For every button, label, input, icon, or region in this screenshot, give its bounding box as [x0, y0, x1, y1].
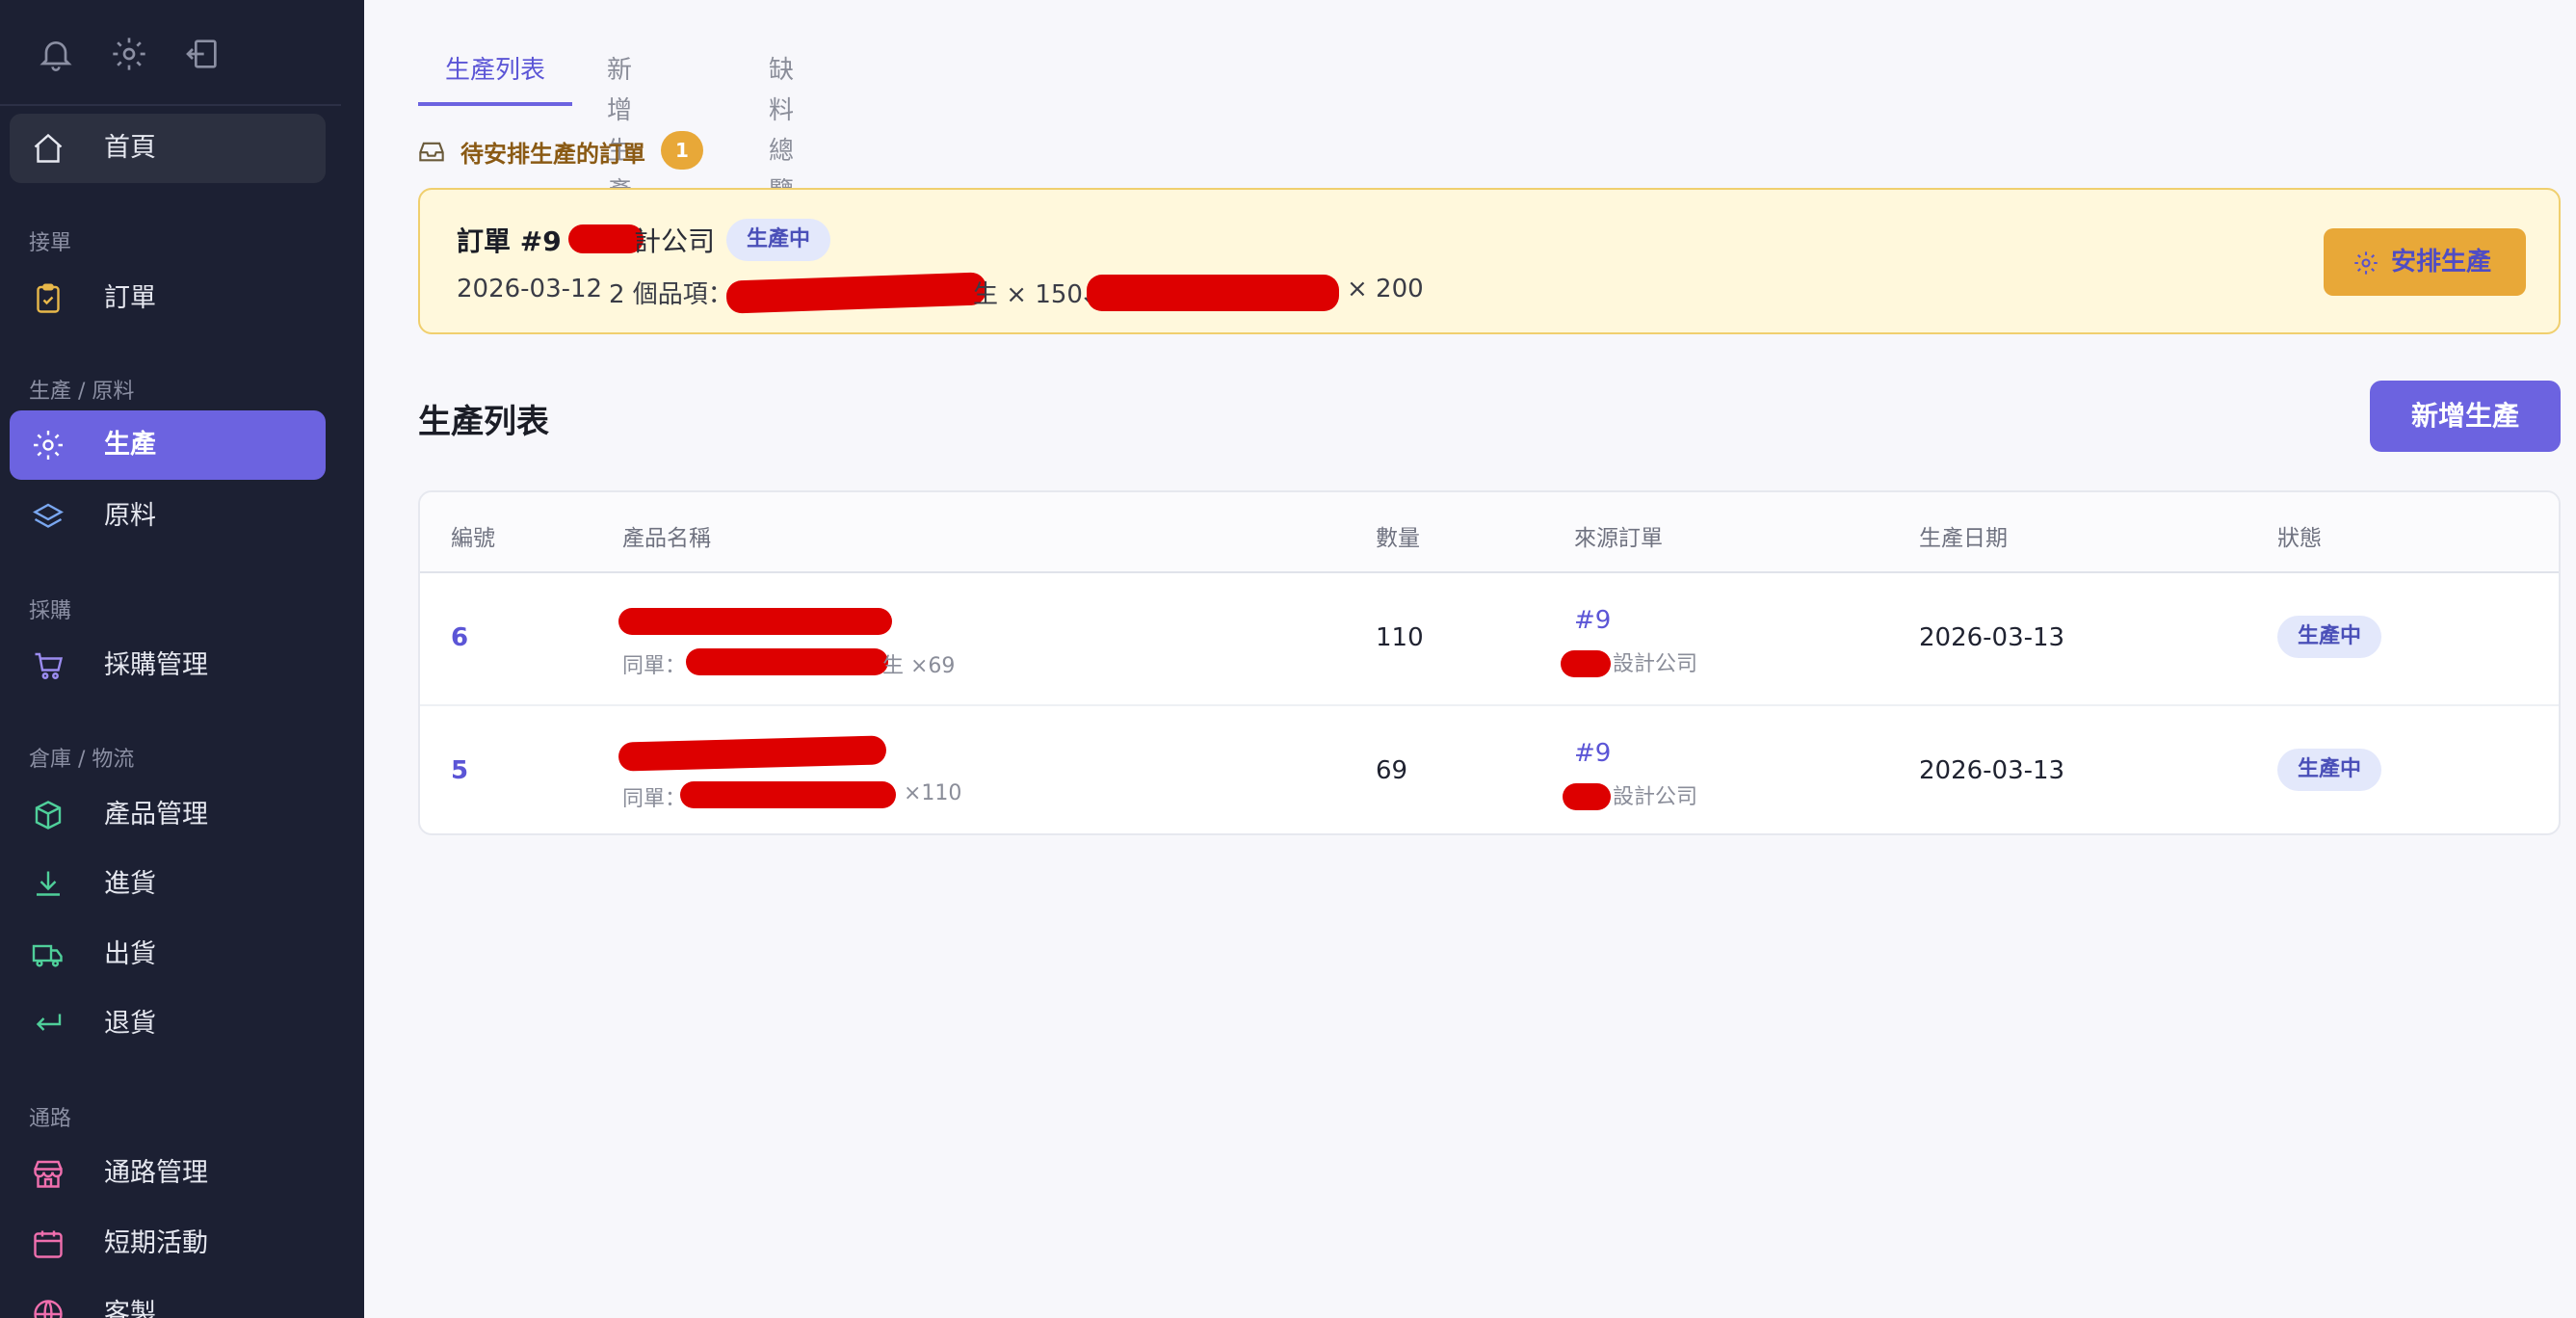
column-header-id[interactable]: 編號	[451, 519, 495, 552]
sidebar-section-warehouse: 倉庫 / 物流	[29, 748, 135, 772]
sidebar-item-label: 採購管理	[104, 650, 208, 680]
layers-icon	[33, 503, 64, 528]
redaction-mark	[618, 608, 892, 635]
arrange-production-label: 安排生產	[2391, 248, 2492, 277]
quantity: 69	[1376, 756, 1408, 785]
sidebar-item-label: 首頁	[104, 133, 156, 163]
sidebar-item-label: 出貨	[104, 939, 156, 969]
production-id[interactable]: 5	[451, 756, 468, 785]
sidebar-item-products[interactable]: 產品管理	[10, 780, 326, 850]
order-item2-suffix: × 200	[1347, 275, 1424, 303]
sidebar-item-orders[interactable]: 訂單	[10, 264, 326, 333]
order-company: 計公司	[634, 225, 716, 257]
status-badge: 生產中	[2277, 616, 2381, 658]
sidebar-section-purchase: 採購	[29, 599, 72, 623]
sidebar-item-channel[interactable]: 通路管理	[10, 1139, 326, 1208]
status-badge: 生產中	[726, 219, 830, 261]
status-badge: 生產中	[2277, 749, 2381, 791]
source-order-company: 設計公司	[1613, 652, 1698, 676]
tab-new-production[interactable]: 新增生產	[607, 50, 632, 206]
sidebar-item-label: 原料	[104, 501, 156, 531]
add-production-button[interactable]: 新增生產	[2370, 381, 2561, 452]
sidebar-section-production: 生產 / 原料	[29, 380, 135, 404]
sidebar-item-label: 客製	[104, 1299, 156, 1318]
pending-order-card[interactable]: 訂單 #9 計公司 生產中 2026-03-12 2 個品項： 生 × 150、…	[418, 188, 2561, 334]
gear-icon	[2354, 251, 2378, 275]
sidebar-item-home[interactable]: 首頁	[10, 114, 326, 183]
source-order-link[interactable]: #9	[1574, 739, 1611, 768]
same-order-prefix: 同單：	[622, 654, 687, 678]
gear-icon[interactable]	[110, 35, 148, 73]
redaction-mark	[1087, 275, 1339, 311]
sidebar: 首頁 接單 訂單 生產 / 原料 生產 原料 採購 採購管理 倉庫 / 物流 產…	[0, 0, 364, 1318]
sidebar-item-label: 生產	[104, 430, 156, 460]
calendar-icon	[34, 1230, 63, 1258]
box-icon	[35, 801, 62, 830]
column-header-source-order[interactable]: 來源訂單	[1574, 519, 1663, 552]
production-id[interactable]: 6	[451, 623, 468, 652]
sidebar-item-custom[interactable]: 客製	[10, 1279, 326, 1318]
pending-count-badge: 1	[661, 131, 703, 170]
order-date: 2026-03-12	[457, 275, 603, 303]
sidebar-item-production[interactable]: 生產	[10, 410, 326, 480]
sidebar-item-label: 通路管理	[104, 1158, 208, 1188]
sidebar-section-orders: 接單	[29, 231, 72, 255]
clipboard-check-icon	[37, 283, 60, 313]
column-header-product[interactable]: 產品名稱	[622, 519, 711, 552]
arrange-production-button[interactable]: 安排生產	[2324, 228, 2526, 296]
redaction-mark	[725, 272, 987, 314]
sidebar-item-label: 訂單	[104, 283, 156, 313]
sidebar-item-returns[interactable]: 退貨	[10, 989, 326, 1059]
sidebar-item-materials[interactable]: 原料	[10, 482, 326, 551]
column-header-status[interactable]: 狀態	[2277, 519, 2322, 552]
download-icon	[37, 871, 60, 896]
page-title: 生產列表	[418, 403, 549, 441]
bell-icon[interactable]	[37, 35, 75, 73]
same-order-suffix: ×110	[904, 781, 962, 805]
order-title: 訂單 #9	[457, 225, 562, 257]
sidebar-item-inbound[interactable]: 進貨	[10, 850, 326, 919]
source-order-link[interactable]: #9	[1574, 606, 1611, 635]
sidebar-item-label: 退貨	[104, 1009, 156, 1039]
redaction-mark	[680, 781, 896, 808]
column-header-qty[interactable]: 數量	[1376, 519, 1420, 552]
source-order-company: 設計公司	[1613, 785, 1698, 809]
same-order-suffix: 生 ×69	[882, 654, 956, 678]
quantity: 110	[1376, 623, 1424, 652]
sidebar-item-label: 短期活動	[104, 1228, 208, 1258]
tab-shortage-overview[interactable]: 缺料總覽	[769, 50, 794, 206]
redaction-mark	[568, 224, 644, 253]
redaction-mark	[1561, 650, 1611, 677]
production-table: 編號 產品名稱 數量 來源訂單 生產日期 狀態 6 同單： 生 ×69 110 …	[418, 490, 2561, 835]
sidebar-item-label: 產品管理	[104, 800, 208, 830]
sidebar-item-label: 進貨	[104, 869, 156, 899]
cart-icon	[35, 652, 64, 679]
sidebar-section-channel: 通路	[29, 1107, 72, 1131]
logout-icon[interactable]	[183, 35, 222, 73]
table-header: 編號 產品名稱 數量 來源訂單 生產日期 狀態	[420, 492, 2559, 573]
redaction-mark	[618, 735, 887, 772]
store-icon	[34, 1160, 63, 1188]
redaction-mark	[1563, 783, 1611, 810]
same-order-prefix: 同單：	[622, 787, 687, 811]
production-date: 2026-03-13	[1919, 623, 2065, 652]
sidebar-item-events[interactable]: 短期活動	[10, 1209, 326, 1278]
gear-icon	[34, 431, 63, 460]
pending-orders-label: 待安排生產的訂單	[460, 141, 645, 168]
tab-production-list[interactable]: 生產列表	[418, 50, 572, 106]
return-icon	[36, 1014, 62, 1031]
redaction-mark	[686, 648, 888, 675]
sidebar-item-purchase[interactable]: 採購管理	[10, 631, 326, 700]
sidebar-item-outbound[interactable]: 出貨	[10, 920, 326, 989]
sidebar-top-bar	[0, 0, 341, 106]
inbox-icon	[419, 142, 444, 162]
order-items-prefix: 2 個品項：	[609, 280, 733, 309]
globe-icon	[34, 1300, 63, 1318]
home-icon	[34, 133, 63, 163]
table-row[interactable]: 5 同單： ×110 69 #9 設計公司 2026-03-13 生產中	[420, 704, 2559, 833]
column-header-date[interactable]: 生產日期	[1919, 519, 2008, 552]
production-date: 2026-03-13	[1919, 756, 2065, 785]
table-row[interactable]: 6 同單： 生 ×69 110 #9 設計公司 2026-03-13 生產中	[420, 573, 2559, 704]
truck-icon	[32, 944, 63, 967]
